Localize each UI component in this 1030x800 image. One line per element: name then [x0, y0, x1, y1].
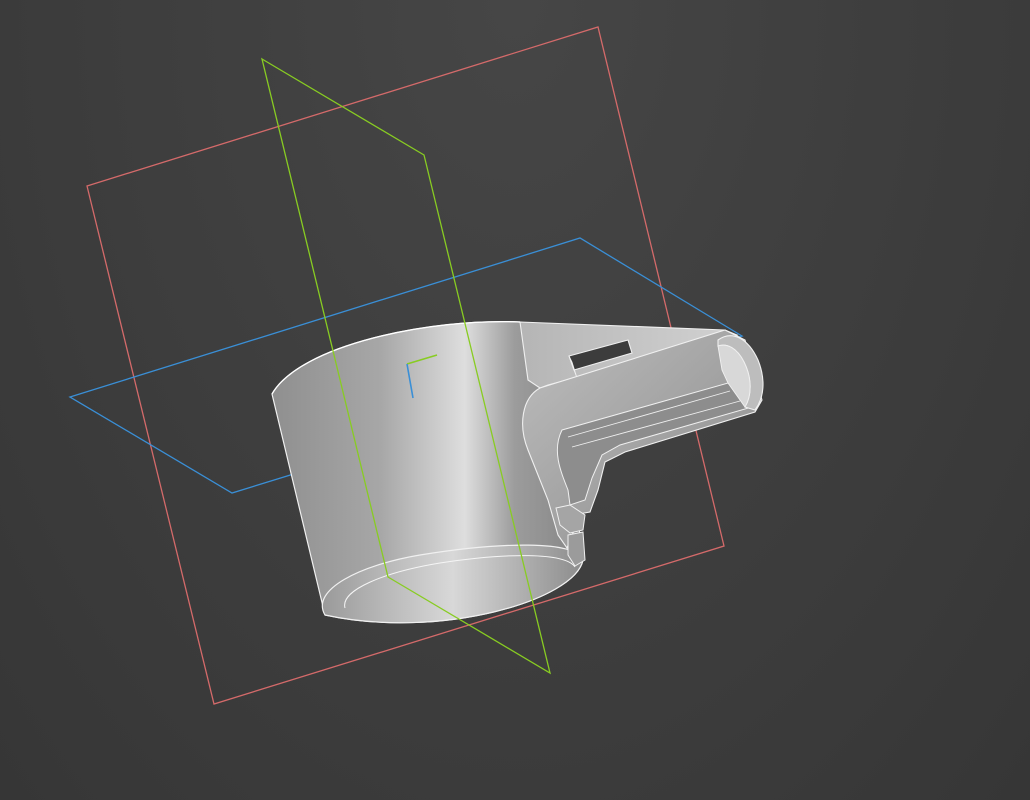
model-part[interactable]	[271, 320, 764, 624]
3d-viewport[interactable]	[0, 0, 1030, 800]
scene-canvas[interactable]	[0, 0, 1030, 800]
